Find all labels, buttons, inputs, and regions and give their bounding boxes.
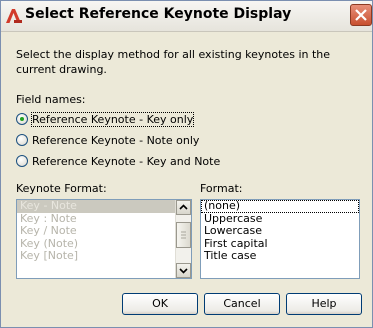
- title-bar[interactable]: Select Reference Keynote Display: [1, 1, 372, 32]
- format-label: Format:: [200, 182, 243, 195]
- radio-button[interactable]: [16, 155, 28, 167]
- cancel-button[interactable]: Cancel: [204, 293, 280, 315]
- list-item[interactable]: Lowercase: [201, 224, 359, 238]
- description-text: Select the display method for all existi…: [16, 48, 331, 76]
- radio-note-only[interactable]: Reference Keynote - Note only: [16, 132, 199, 148]
- list-item[interactable]: Key / Note: [17, 224, 191, 238]
- grip-icon: [181, 231, 186, 239]
- radio-label-key-only[interactable]: Reference Keynote - Key only: [30, 111, 195, 127]
- close-button[interactable]: [350, 4, 372, 26]
- list-item[interactable]: Title case: [201, 249, 359, 263]
- vertical-scrollbar[interactable]: [175, 200, 191, 278]
- list-item[interactable]: Key [Note]: [17, 249, 191, 263]
- radio-button-checked[interactable]: [16, 113, 28, 125]
- radio-key-and-note[interactable]: Reference Keynote - Key and Note: [16, 153, 220, 169]
- scroll-thumb[interactable]: [176, 222, 191, 248]
- keynote-format-list[interactable]: Key - Note Key : Note Key / Note Key (No…: [16, 199, 192, 279]
- list-item[interactable]: (none): [201, 199, 359, 213]
- radio-label-key-and-note[interactable]: Reference Keynote - Key and Note: [32, 155, 220, 168]
- scroll-up-button[interactable]: [176, 200, 191, 215]
- keynote-display-dialog: Select Reference Keynote Display Select …: [0, 0, 373, 328]
- autodesk-a-icon: [5, 7, 23, 25]
- radio-key-only[interactable]: Reference Keynote - Key only: [16, 111, 195, 127]
- close-icon: [355, 9, 367, 21]
- list-item[interactable]: Key - Note: [17, 199, 191, 213]
- arrow-down-icon: [179, 268, 188, 274]
- help-button[interactable]: Help: [286, 293, 362, 315]
- arrow-up-icon: [179, 204, 188, 210]
- format-list[interactable]: (none) Uppercase Lowercase First capital…: [200, 199, 360, 279]
- ok-button[interactable]: OK: [122, 293, 198, 315]
- window-title: Select Reference Keynote Display: [25, 6, 292, 22]
- scroll-down-button[interactable]: [176, 263, 191, 278]
- keynote-format-label: Keynote Format:: [16, 182, 107, 195]
- radio-button[interactable]: [16, 134, 28, 146]
- radio-label-note-only[interactable]: Reference Keynote - Note only: [32, 134, 199, 147]
- field-names-label: Field names:: [16, 93, 86, 106]
